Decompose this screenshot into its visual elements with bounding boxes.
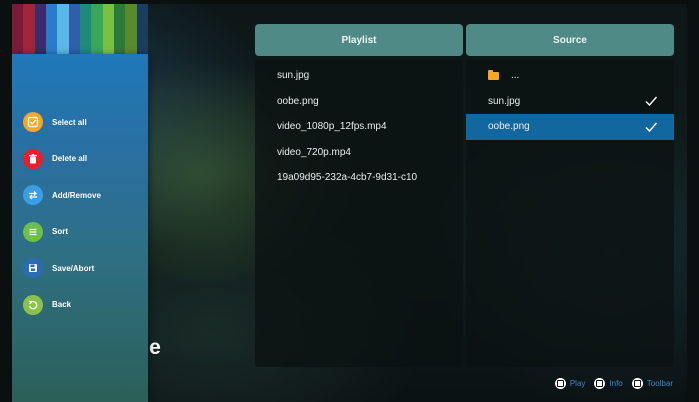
media-player-screen: se Select all Delete all Add/Remove Sort… bbox=[12, 4, 687, 402]
menu-item-back[interactable]: Back bbox=[23, 287, 101, 324]
hint-info[interactable]: Info bbox=[594, 378, 623, 389]
source-list: ... sun.jpg oobe.png bbox=[466, 60, 674, 140]
parent-folder-label: ... bbox=[511, 70, 520, 82]
swap-icon bbox=[23, 185, 43, 206]
playlist-item[interactable]: oobe.png bbox=[255, 89, 463, 115]
source-panel: ... sun.jpg oobe.png bbox=[466, 60, 674, 367]
source-header: Source bbox=[466, 24, 674, 56]
stripe bbox=[34, 4, 46, 54]
menu-item-label: Select all bbox=[52, 117, 87, 127]
back-icon bbox=[23, 294, 43, 315]
save-icon bbox=[23, 258, 43, 279]
playlist-list: sun.jpg oobe.png video_1080p_12fps.mp4 v… bbox=[255, 60, 463, 191]
playlist-item[interactable]: sun.jpg bbox=[255, 63, 463, 89]
menu-item-delete-all[interactable]: Delete all bbox=[23, 141, 101, 178]
select-all-icon bbox=[23, 112, 43, 133]
hint-label: Info bbox=[609, 379, 623, 388]
trash-icon bbox=[23, 148, 43, 169]
menu-item-label: Save/Abort bbox=[52, 263, 95, 273]
folder-icon bbox=[488, 69, 499, 80]
stripe bbox=[45, 4, 58, 54]
stripe bbox=[91, 4, 103, 54]
source-item[interactable]: sun.jpg bbox=[466, 89, 674, 115]
toolbar-key-icon bbox=[631, 378, 643, 389]
playlist-panel: sun.jpg oobe.png video_1080p_12fps.mp4 v… bbox=[255, 60, 463, 367]
stripe bbox=[12, 4, 24, 54]
source-item-label: sun.jpg bbox=[488, 95, 521, 107]
sidebar-menu: Select all Delete all Add/Remove Sort Sa… bbox=[23, 104, 101, 323]
playlist-item[interactable]: video_720p.mp4 bbox=[255, 140, 463, 166]
stripe bbox=[113, 4, 126, 54]
menu-item-sort[interactable]: Sort bbox=[23, 214, 101, 251]
playlist-item[interactable]: video_1080p_12fps.mp4 bbox=[255, 114, 463, 140]
checkmark-icon bbox=[645, 96, 658, 107]
stripe bbox=[102, 4, 114, 54]
stripe bbox=[125, 4, 137, 54]
menu-item-label: Delete all bbox=[52, 154, 88, 164]
hint-play[interactable]: Play bbox=[554, 378, 586, 389]
color-stripes-banner bbox=[12, 4, 148, 54]
menu-item-label: Sort bbox=[52, 227, 68, 237]
stripe bbox=[136, 4, 148, 54]
menu-item-label: Back bbox=[52, 300, 72, 310]
stripe bbox=[57, 4, 69, 54]
key-hints-bar: Play Info Toolbar bbox=[546, 378, 673, 389]
menu-item-save-abort[interactable]: Save/Abort bbox=[23, 250, 101, 287]
menu-item-select-all[interactable]: Select all bbox=[23, 104, 101, 141]
playlist-item[interactable]: 19a09d95-232a-4cb7-9d31-c10 bbox=[255, 165, 463, 191]
source-item-selected[interactable]: oobe.png bbox=[466, 114, 674, 140]
playlist-header: Playlist bbox=[255, 24, 463, 56]
hint-label: Toolbar bbox=[646, 379, 673, 388]
hint-label: Play bbox=[569, 379, 586, 388]
source-item-label: oobe.png bbox=[488, 121, 530, 133]
source-parent-folder[interactable]: ... bbox=[466, 63, 674, 89]
sidebar: Select all Delete all Add/Remove Sort Sa… bbox=[12, 54, 148, 402]
checkmark-icon bbox=[645, 122, 658, 132]
menu-item-add-remove[interactable]: Add/Remove bbox=[23, 177, 101, 214]
stripe bbox=[68, 4, 80, 54]
menu-item-label: Add/Remove bbox=[52, 190, 101, 200]
list-icon bbox=[23, 221, 43, 242]
stripe bbox=[23, 4, 35, 54]
play-key-icon bbox=[554, 378, 566, 389]
info-key-icon bbox=[594, 378, 606, 389]
stripe bbox=[79, 4, 92, 54]
hint-toolbar[interactable]: Toolbar bbox=[631, 378, 673, 389]
